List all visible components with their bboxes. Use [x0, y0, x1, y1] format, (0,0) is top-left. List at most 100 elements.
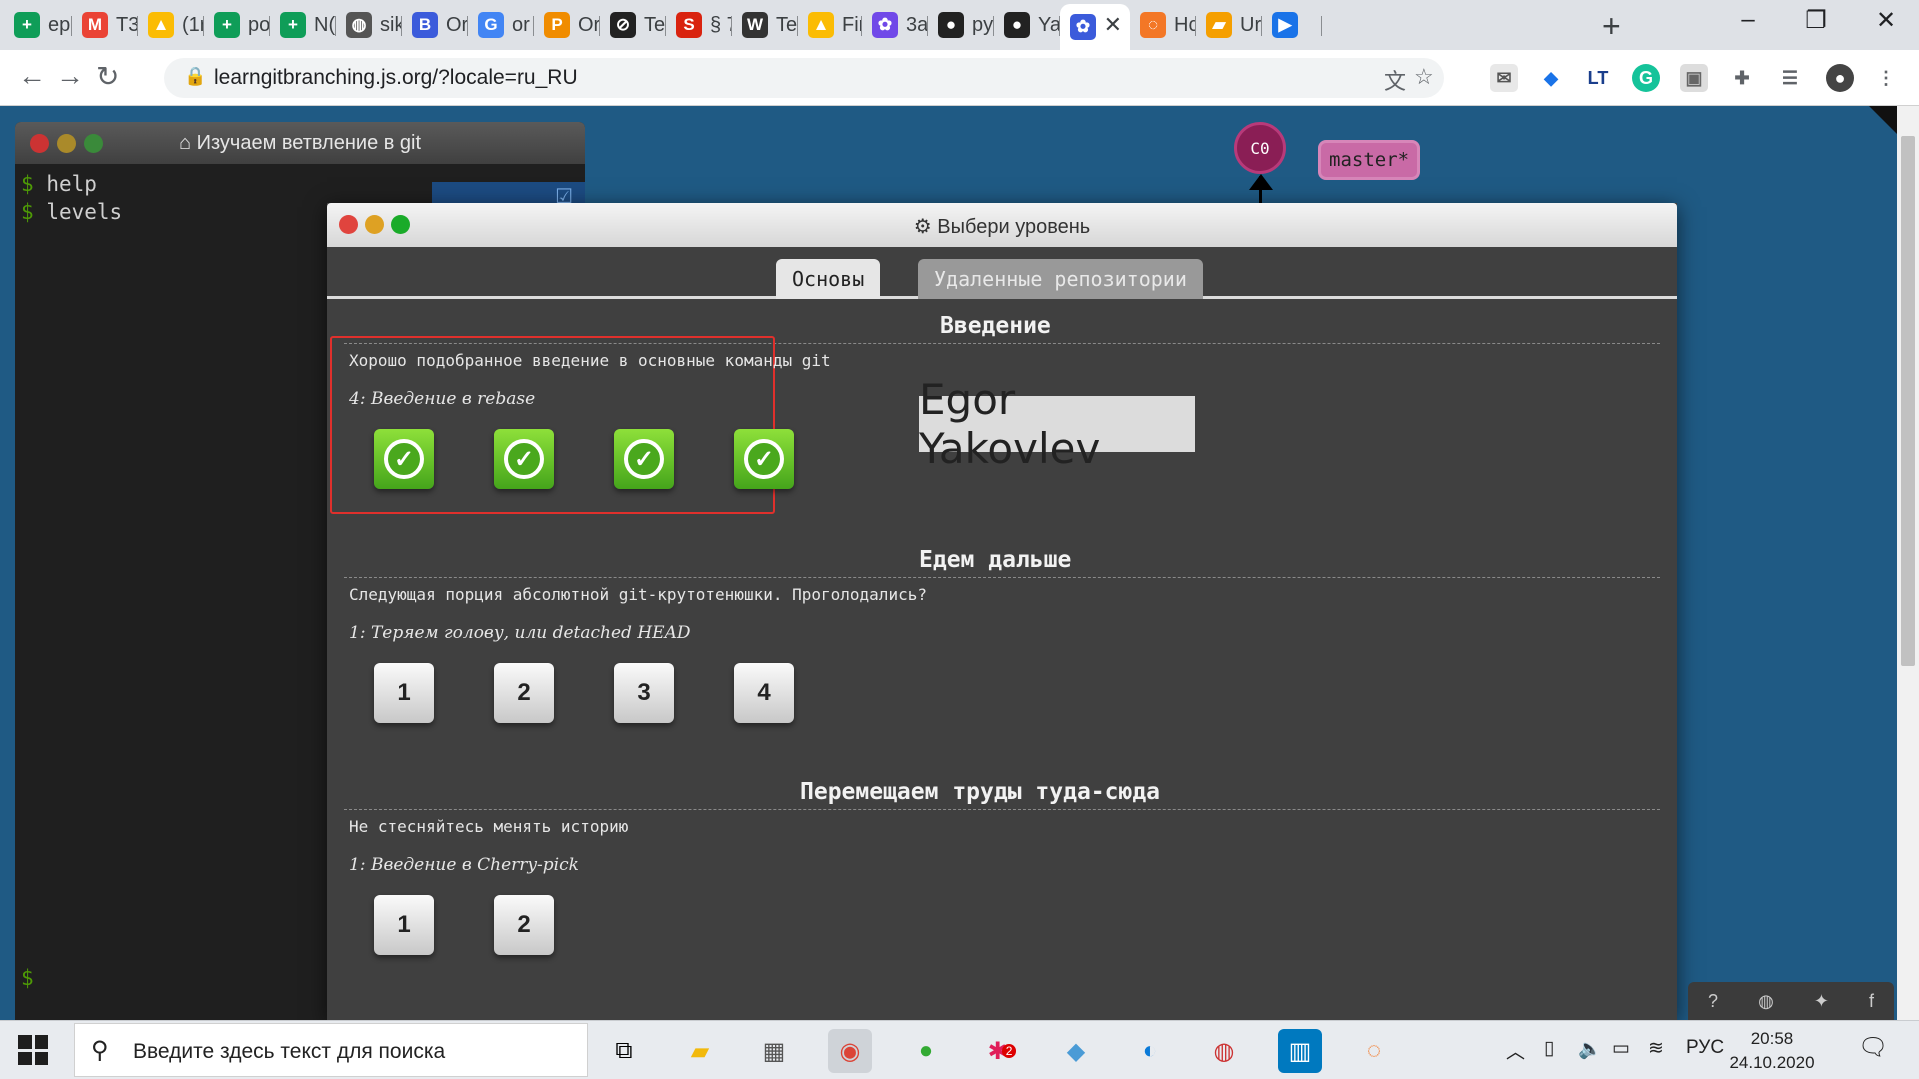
- social-links-bar: ? ◍ ✦ f: [1688, 982, 1894, 1020]
- mail-checker-extension-icon[interactable]: ✉: [1490, 64, 1518, 92]
- scrollbar-thumb[interactable]: [1901, 136, 1915, 666]
- level-button-2-4[interactable]: 4: [734, 663, 794, 723]
- level-button-2-2[interactable]: 2: [494, 663, 554, 723]
- languagetool-extension-icon[interactable]: LT: [1584, 64, 1612, 92]
- jupyter-icon[interactable]: ◌: [1352, 1029, 1396, 1073]
- menu-kebab-icon[interactable]: ⋮: [1872, 64, 1900, 92]
- browser-tab[interactable]: P Or: [534, 6, 600, 44]
- browser-tab[interactable]: W Te: [732, 6, 798, 44]
- bookmark-star-icon[interactable]: ☆: [1414, 64, 1434, 90]
- graduation-extension-icon[interactable]: ◆: [1537, 64, 1565, 92]
- browser-tab[interactable]: + N(: [270, 6, 336, 44]
- browser-tab[interactable]: ⊘ Te: [600, 6, 666, 44]
- slack-badge: 2: [1001, 1044, 1017, 1058]
- browser-tab[interactable]: ▲ Fir: [798, 6, 862, 44]
- calculator-icon[interactable]: ▦: [752, 1029, 796, 1073]
- head-arrow-line: [1259, 176, 1262, 206]
- globe-icon[interactable]: ◍: [1758, 991, 1774, 1012]
- browser-tab[interactable]: ◍ sik: [336, 6, 402, 44]
- level-button-1-3[interactable]: ✓: [614, 429, 674, 489]
- level-button-2-1[interactable]: 1: [374, 663, 434, 723]
- browser-tab[interactable]: S § 7: [666, 6, 732, 44]
- browser-tab[interactable]: ◌ Hc: [1130, 6, 1196, 44]
- notes-icon: ▰: [1206, 12, 1232, 38]
- twitter-icon[interactable]: ✦: [1814, 991, 1829, 1012]
- green-app-icon[interactable]: ●: [904, 1029, 948, 1073]
- browser-tab[interactable]: B Or: [402, 6, 468, 44]
- avatar[interactable]: ●: [1826, 64, 1854, 92]
- url-text[interactable]: learngitbranching.js.org/?locale=ru_RU: [214, 66, 578, 90]
- notifications-icon[interactable]: 🗨: [1858, 1033, 1888, 1062]
- pdf-app-icon[interactable]: ◍: [1202, 1029, 1246, 1073]
- tab-title: Or: [446, 13, 468, 36]
- tab-title: T3: [116, 13, 138, 36]
- browser-tab[interactable]: ✿ 3a: [862, 6, 928, 44]
- notes-app-icon[interactable]: ◆: [1054, 1029, 1098, 1073]
- page-content: ⌂ Изучаем ветвление в git ☑ $ help $ lev…: [0, 106, 1919, 1020]
- wifi-icon[interactable]: ≋: [1648, 1037, 1664, 1060]
- new-tab-icon[interactable]: +: [1602, 8, 1621, 45]
- checkmark-icon: ✓: [504, 439, 544, 479]
- tab-basics[interactable]: Основы: [776, 259, 881, 299]
- level-button-2-3[interactable]: 3: [614, 663, 674, 723]
- facebook-icon[interactable]: f: [1869, 991, 1874, 1012]
- slack-icon[interactable]: ✱ 2: [980, 1029, 1024, 1073]
- tab-close-icon[interactable]: ✕: [1104, 12, 1122, 38]
- grammarly-extension-icon[interactable]: G: [1632, 64, 1660, 92]
- browser-tab[interactable]: ▲ (1r: [138, 6, 204, 44]
- browser-tab[interactable]: Gor: [468, 6, 534, 44]
- level-button-1-2[interactable]: ✓: [494, 429, 554, 489]
- media-queue-icon[interactable]: ☰: [1776, 64, 1804, 92]
- sheets-icon: +: [14, 12, 40, 38]
- profile-extension-icon[interactable]: ▣: [1680, 64, 1708, 92]
- section-title-advanced: Едем дальше: [919, 547, 1072, 573]
- browser-tab[interactable]: + ep: [4, 6, 72, 44]
- task-view-icon[interactable]: ⧉: [602, 1029, 646, 1073]
- start-button[interactable]: [18, 1035, 48, 1065]
- back-icon[interactable]: ←: [18, 60, 46, 92]
- trello-icon[interactable]: ▥: [1278, 1029, 1322, 1073]
- taskbar-search[interactable]: ⚲ Введите здесь текст для поиска: [74, 1023, 588, 1077]
- section-divider: [344, 577, 1660, 578]
- level-button-1-1[interactable]: ✓: [374, 429, 434, 489]
- section-description: Не стесняйтесь менять историю: [349, 817, 629, 836]
- edge-icon[interactable]: ◐: [1128, 1029, 1172, 1073]
- doc-icon: B: [412, 12, 438, 38]
- language-indicator[interactable]: РУС: [1686, 1037, 1724, 1059]
- help-icon[interactable]: ?: [1708, 991, 1718, 1012]
- browser-tab[interactable]: + po: [204, 6, 270, 44]
- usb-icon[interactable]: ▯: [1544, 1037, 1554, 1060]
- google-icon: G: [478, 12, 504, 38]
- volume-icon[interactable]: 🔈: [1578, 1037, 1602, 1061]
- minimize-window-icon[interactable]: –: [1718, 6, 1778, 34]
- level-button-1-4[interactable]: ✓: [734, 429, 794, 489]
- pen-icon: ⊘: [610, 12, 636, 38]
- browser-tab[interactable]: ✿ ✕: [1060, 4, 1130, 50]
- browser-tab-strip: +ep M T3▲(1r+po+N(◍sik B OrGorPOr⊘TeS§ 7WTe▲…: [0, 0, 1919, 50]
- level-button-3-2[interactable]: 2: [494, 895, 554, 955]
- checkmark-icon: ✓: [384, 439, 424, 479]
- restore-window-icon[interactable]: ❐: [1786, 6, 1846, 35]
- chrome-icon[interactable]: ◉: [828, 1029, 872, 1073]
- file-explorer-icon[interactable]: ▰: [678, 1029, 722, 1073]
- browser-tab[interactable]: ● py: [928, 6, 994, 44]
- clock[interactable]: 20:58 24.10.2020: [1722, 1027, 1822, 1075]
- terminal-input-prompt[interactable]: $: [21, 966, 34, 990]
- reload-icon[interactable]: ↻: [96, 60, 119, 93]
- tray-chevron-icon[interactable]: ︿: [1506, 1037, 1525, 1064]
- close-window-icon[interactable]: ✕: [1856, 6, 1916, 35]
- level-button-3-1[interactable]: 1: [374, 895, 434, 955]
- page-scrollbar[interactable]: [1897, 106, 1919, 1020]
- checkmark-icon: ✓: [744, 439, 784, 479]
- gmail-icon: M: [82, 12, 108, 38]
- browser-tab[interactable]: M T3: [72, 6, 138, 44]
- translate-icon[interactable]: 文: [1384, 64, 1406, 96]
- browser-tab[interactable]: ▶: [1262, 6, 1322, 44]
- battery-icon[interactable]: ▭: [1612, 1037, 1630, 1060]
- browser-tab[interactable]: ● Ya: [994, 6, 1060, 44]
- forward-icon[interactable]: →: [56, 60, 84, 92]
- tab-remote[interactable]: Удаленные репозитории: [918, 259, 1203, 299]
- browser-tab[interactable]: ▰ Ur: [1196, 6, 1262, 44]
- extensions-puzzle-icon[interactable]: ✚: [1728, 64, 1756, 92]
- address-bar[interactable]: 🔒 learngitbranching.js.org/?locale=ru_RU…: [164, 58, 1444, 98]
